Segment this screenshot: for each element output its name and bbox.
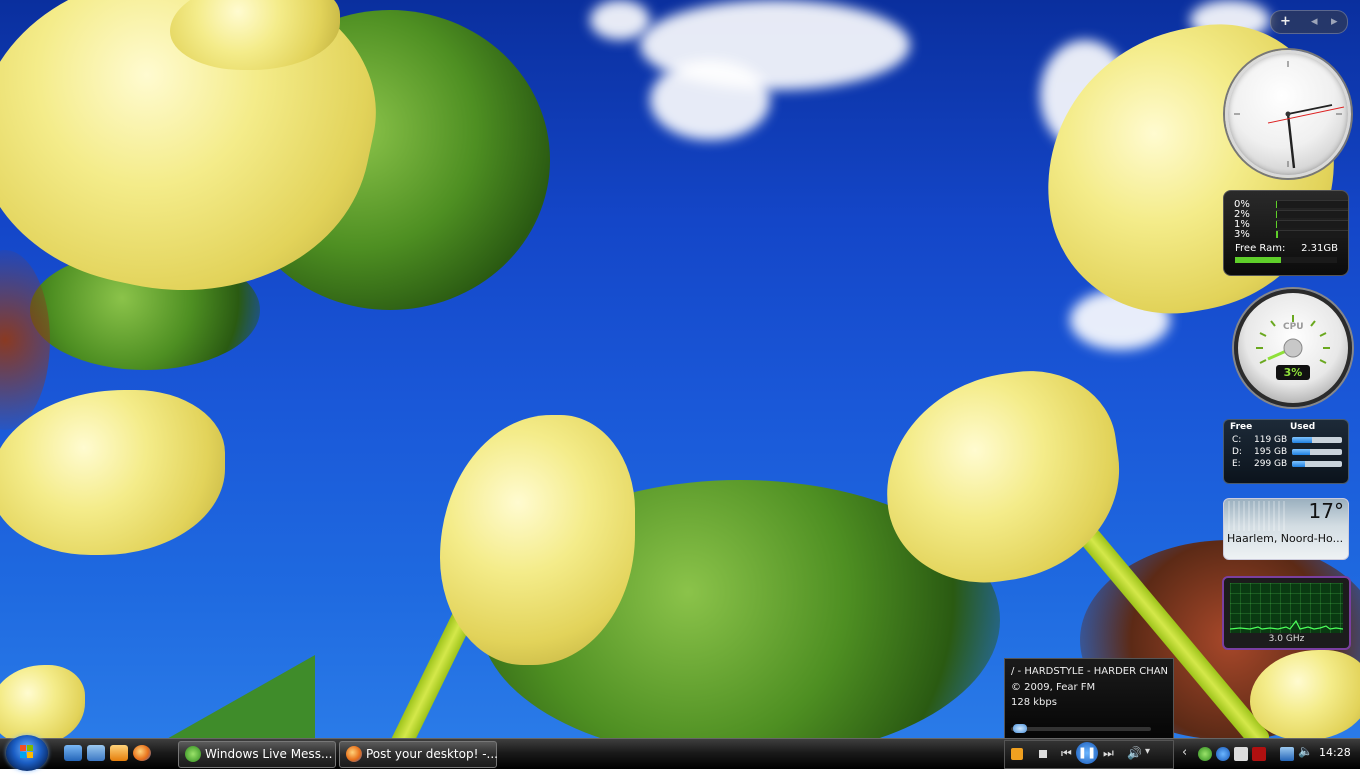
leaf [165, 655, 315, 738]
drive-free-space: 299 GB [1254, 459, 1288, 469]
winamp-tray-icon[interactable] [1252, 747, 1266, 761]
drives-free-header: Free [1230, 422, 1253, 432]
cloud [650, 60, 770, 140]
core-usage-bar [1276, 230, 1348, 238]
network-connection-icon[interactable] [1280, 747, 1294, 761]
core-usage-row: 3% [1234, 229, 1348, 240]
cpu-gauge-title: CPU [1283, 322, 1304, 332]
clock-gadget[interactable] [1225, 50, 1351, 178]
drive-letter: E: [1232, 459, 1241, 469]
chevron-down-icon[interactable]: ▾ [1145, 746, 1150, 757]
messenger-tray-icon[interactable] [1198, 747, 1212, 761]
switch-windows-icon[interactable] [87, 745, 105, 761]
previous-track-icon[interactable]: ⏮ [1061, 746, 1072, 761]
core-usage-bar [1276, 220, 1348, 228]
media-now-playing-popup: / - HARDSTYLE - HARDER CHAN © 2009, Fear… [1004, 658, 1174, 739]
next-track-icon[interactable]: ⏭ [1103, 746, 1114, 761]
clock-face [1234, 61, 1345, 169]
cpu-ram-meter-gadget[interactable]: 0% 2% 1% 3% Free Ram: 2.31GB [1223, 190, 1349, 276]
cpu-gauge-dial [1256, 315, 1330, 380]
desktop-wallpaper [0, 0, 1360, 738]
media-player-toolbar: ⏮ ❚❚ ⏭ 🔊 ▾ [1004, 740, 1174, 769]
stop-icon[interactable] [1039, 750, 1047, 758]
rain-icon [1228, 501, 1288, 531]
drive-letter: C: [1232, 435, 1242, 445]
device-tray-icon[interactable] [1234, 747, 1248, 761]
free-ram-value: 2.31GB [1301, 243, 1338, 254]
firefox-icon [346, 746, 362, 762]
drive-space-gadget[interactable]: Free Used C: 119 GB D: 195 GB E: 299 GB [1223, 419, 1349, 484]
task-firefox-post-your-desktop[interactable]: Post your desktop! -... [339, 741, 498, 768]
media-player-icon[interactable] [110, 745, 128, 761]
taskbar: Windows Live Mess... Post your desktop! … [0, 735, 1360, 771]
cpu-gauge-gadget[interactable]: CPU 3% [1234, 289, 1352, 407]
core-usage-label: 3% [1234, 229, 1250, 240]
tulip-petal [0, 390, 225, 555]
cpu-frequency-gadget[interactable]: 3.0 GHz [1222, 576, 1351, 650]
show-desktop-icon[interactable] [64, 745, 82, 761]
task-label: Post your desktop! -... [366, 747, 498, 761]
cpu-gauge-value: 3% [1283, 366, 1303, 379]
ram-bar-fill [1235, 257, 1281, 263]
drive-usage-bar [1292, 437, 1342, 443]
prev-page-button[interactable]: ◂ [1311, 13, 1318, 31]
core-usage-row: 1% [1234, 219, 1348, 230]
core-usage-bar-fill [1276, 211, 1278, 218]
drive-letter: D: [1232, 447, 1242, 457]
messenger-icon [185, 746, 201, 762]
tree-foliage [0, 250, 50, 430]
speaker-icon[interactable]: 🔈 [1298, 744, 1313, 758]
frequency-graph [1229, 583, 1344, 633]
drive-usage-bar-fill [1292, 437, 1312, 443]
media-track-title: / - HARDSTYLE - HARDER CHAN [1011, 666, 1169, 677]
minute-hand [1287, 104, 1333, 115]
media-copyright: © 2009, Fear FM [1011, 682, 1096, 693]
cloud [590, 0, 650, 40]
task-label: Windows Live Mess... [205, 747, 333, 761]
drive-free-space: 119 GB [1254, 435, 1288, 445]
firefox-icon[interactable] [133, 745, 151, 761]
core-usage-bar [1276, 200, 1348, 208]
core-usage-bar-fill [1276, 231, 1279, 238]
windows-logo-icon [20, 745, 33, 758]
show-hidden-icons-chevron-icon[interactable]: ‹ [1182, 745, 1187, 760]
add-gadget-button[interactable]: + [1280, 13, 1291, 31]
media-seek-bar[interactable] [1011, 724, 1151, 733]
hour-hand [1286, 113, 1296, 169]
system-clock[interactable]: 14:28 [1319, 746, 1351, 759]
core-usage-bar-fill [1276, 201, 1278, 208]
drive-usage-bar-fill [1292, 461, 1305, 467]
wmp-restore-icon[interactable] [1011, 748, 1023, 760]
drive-free-space: 195 GB [1254, 447, 1288, 457]
network-tray-icon[interactable] [1216, 747, 1230, 761]
media-bitrate: 128 kbps [1011, 697, 1057, 708]
frequency-label: 3.0 GHz [1268, 634, 1305, 644]
core-usage-bar-fill [1276, 221, 1278, 228]
drive-usage-bar [1292, 449, 1342, 455]
core-usage-row: 2% [1234, 209, 1348, 220]
drive-usage-bar [1292, 461, 1342, 467]
core-usage-row: 0% [1234, 199, 1348, 210]
task-windows-live-messenger[interactable]: Windows Live Mess... [178, 741, 336, 768]
volume-icon[interactable]: 🔊 [1127, 746, 1142, 760]
weather-gadget[interactable]: 17° Haarlem, Noord-Ho... [1223, 498, 1349, 560]
next-page-button[interactable]: ▸ [1331, 13, 1338, 31]
media-seek-thumb[interactable] [1013, 724, 1027, 733]
tulip-petal [0, 665, 85, 738]
pause-icon[interactable]: ❚❚ [1076, 742, 1098, 764]
ram-bar [1235, 257, 1337, 263]
drive-usage-bar-fill [1292, 449, 1310, 455]
weather-temperature: 17° [1308, 499, 1344, 523]
core-usage-bar [1276, 210, 1348, 218]
start-button[interactable] [6, 735, 48, 771]
drives-used-header: Used [1290, 422, 1316, 432]
free-ram-label: Free Ram: [1235, 243, 1286, 254]
sidebar-controls: + ◂ ▸ [1270, 10, 1348, 34]
weather-location: Haarlem, Noord-Ho... [1227, 532, 1344, 545]
